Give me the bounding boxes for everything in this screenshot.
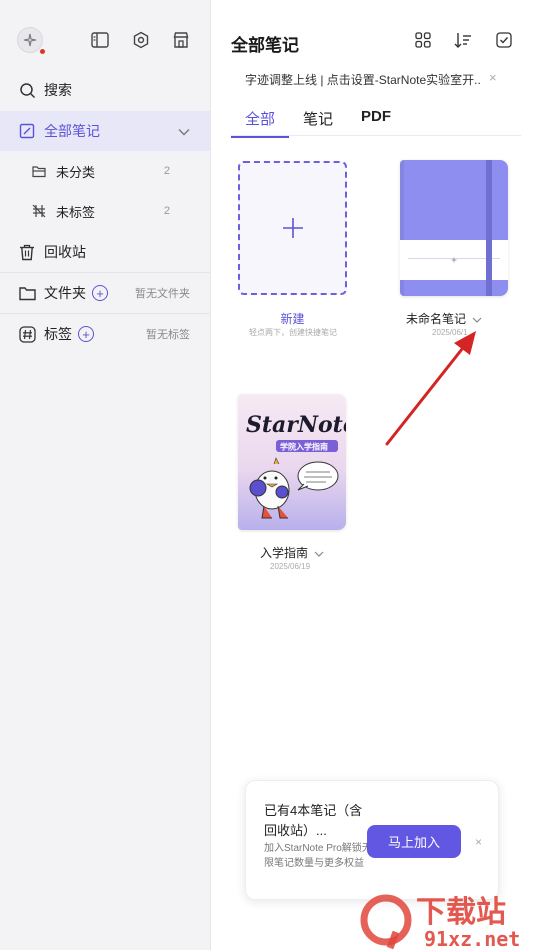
guide-title-text: 入学指南 <box>260 546 309 560</box>
sidebar-toggle-icon[interactable] <box>89 29 111 51</box>
promo-description: 加入StarNote Pro解锁无限笔记数量与更多权益 <box>264 843 372 869</box>
close-icon[interactable]: × <box>475 835 482 849</box>
sparkle-icon <box>450 256 458 264</box>
notebook-date: 2025/06/1 <box>432 328 468 337</box>
sidebar-item-label: 回收站 <box>44 244 86 260</box>
tab-pdf[interactable]: PDF <box>347 108 405 135</box>
new-note-label: 新建 <box>280 312 305 326</box>
sidebar-item-all-notes[interactable]: 全部笔记 <box>0 111 210 151</box>
folder-icon <box>30 162 48 180</box>
sidebar-item-label: 全部笔记 <box>44 123 100 139</box>
chevron-down-icon[interactable] <box>472 317 482 323</box>
notebook-cover[interactable] <box>400 160 508 296</box>
sidebar-item-folders[interactable]: 文件夹 + 暂无文件夹 <box>0 273 210 313</box>
sidebar-item-untagged[interactable]: 未标签 2 <box>0 191 210 231</box>
main-panel: 全部笔记 字迹调整上线 | 点击设置-StarNote实验室开... × 全部 … <box>211 0 534 950</box>
sidebar-item-search[interactable]: 搜索 <box>0 70 210 110</box>
promo-title: 已有4本笔记（含回收站）... <box>264 803 363 838</box>
guide-cover-title: StarNote <box>246 412 346 438</box>
sidebar-toolbar <box>14 26 196 56</box>
notebook-title-text: 未命名笔记 <box>406 312 467 326</box>
watermark-logo: 下载站 91xz.net <box>360 894 520 950</box>
update-notice[interactable]: 字迹调整上线 | 点击设置-StarNote实验室开... <box>245 71 480 88</box>
sidebar-item-label: 搜索 <box>44 82 72 98</box>
sidebar-item-label: 文件夹 <box>44 285 86 301</box>
empty-hint: 暂无文件夹 <box>135 288 190 300</box>
chevron-down-icon[interactable] <box>314 551 324 557</box>
guide-date: 2025/06/19 <box>270 562 311 571</box>
select-checkbox-icon[interactable] <box>495 31 513 49</box>
new-note-card[interactable] <box>238 161 347 295</box>
notification-dot <box>40 49 45 54</box>
new-note-hint: 轻点两下，创建快捷笔记 <box>249 328 337 337</box>
guide-cover-subtitle: 学院入学指南 <box>280 442 328 452</box>
untagged-icon <box>30 202 48 220</box>
filter-tabs: 全部 笔记 PDF <box>231 108 405 138</box>
add-folder-button[interactable]: + <box>92 285 108 301</box>
sparkle-icon <box>23 33 37 47</box>
sidebar-item-label: 标签 <box>44 326 72 342</box>
folder-icon <box>18 284 36 302</box>
tab-all[interactable]: 全部 <box>231 108 290 138</box>
join-now-button[interactable]: 马上加入 <box>367 825 461 858</box>
search-icon <box>18 81 36 99</box>
sidebar-item-uncategorized[interactable]: 未分类 2 <box>0 151 210 191</box>
watermark-text: 下载站 <box>416 895 506 930</box>
divider <box>231 135 521 136</box>
add-tag-button[interactable]: + <box>78 326 94 342</box>
grid-view-icon[interactable] <box>414 31 432 49</box>
watermark-url: 91xz.net <box>424 927 520 950</box>
guide-title[interactable]: 入学指南 <box>260 544 324 561</box>
chevron-down-icon[interactable] <box>178 123 190 139</box>
promo-card: 已有4本笔记（含回收站）... 加入StarNote Pro解锁无限笔记数量与更… <box>245 780 499 900</box>
sidebar-item-trash[interactable]: 回收站 <box>0 232 210 272</box>
empty-hint: 暂无标签 <box>146 329 190 341</box>
note-icon <box>18 122 36 140</box>
sort-icon[interactable] <box>454 31 472 49</box>
sidebar-item-label: 未分类 <box>56 164 96 180</box>
guide-cover-illustration: StarNote 学院入学指南 <box>246 412 346 519</box>
settings-icon[interactable] <box>130 29 152 51</box>
avatar[interactable] <box>17 27 45 54</box>
guide-notebook-cover[interactable]: StarNote 学院入学指南 <box>238 394 346 530</box>
sidebar: 搜索 全部笔记 未分类 2 未标签 2 回收站 文件夹 + 暂无文件夹 标签 +… <box>0 0 211 950</box>
store-icon[interactable] <box>170 29 192 51</box>
sidebar-item-label: 未标签 <box>56 204 96 220</box>
watermark: 下载站 91xz.net <box>358 888 534 950</box>
page-title: 全部笔记 <box>231 36 299 55</box>
hash-tag-icon <box>18 325 36 343</box>
item-count: 2 <box>163 165 170 177</box>
notebook-title[interactable]: 未命名笔记 <box>406 310 482 327</box>
sidebar-item-tags[interactable]: 标签 + 暂无标签 <box>0 314 210 354</box>
notebook-strap <box>486 160 492 296</box>
item-count: 2 <box>163 205 170 217</box>
trash-icon <box>18 243 36 261</box>
plus-icon <box>282 218 303 238</box>
tab-notes[interactable]: 笔记 <box>289 108 347 135</box>
close-icon[interactable]: × <box>489 70 497 85</box>
